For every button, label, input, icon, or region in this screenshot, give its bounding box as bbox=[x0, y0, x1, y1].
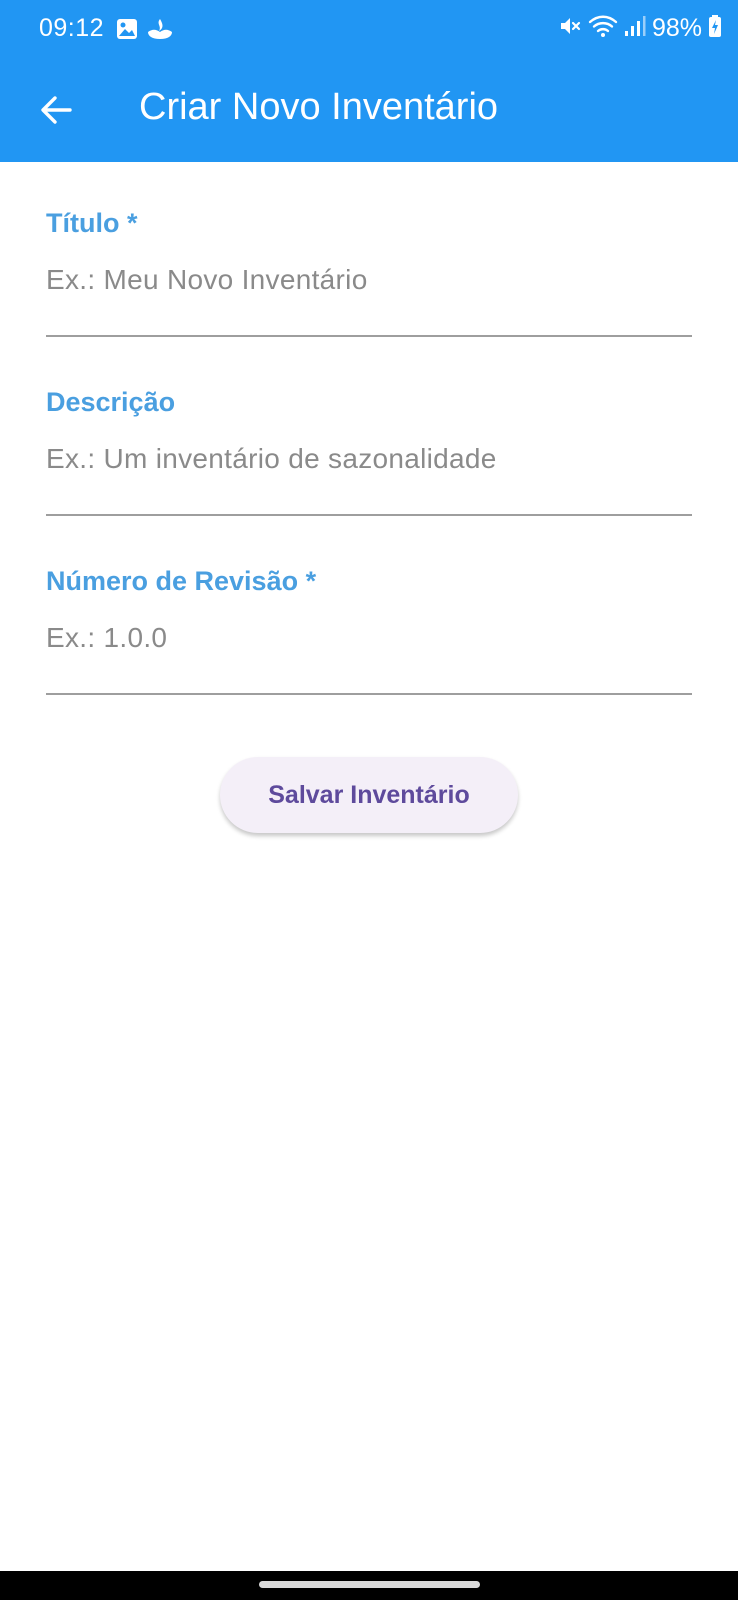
status-time: 09:12 bbox=[39, 14, 105, 42]
system-navigation-bar bbox=[0, 1571, 738, 1600]
save-inventory-button[interactable]: Salvar Inventário bbox=[220, 757, 518, 833]
status-bar: 09:12 98% bbox=[0, 0, 738, 62]
description-field: Descrição bbox=[46, 341, 692, 520]
description-field-label: Descrição bbox=[46, 387, 176, 417]
status-system-icons: 98% bbox=[558, 14, 722, 43]
title-field: Título * bbox=[46, 162, 692, 341]
battery-percentage: 98% bbox=[651, 14, 702, 42]
revision-number-field-underline bbox=[46, 693, 692, 695]
page-title: Criar Novo Inventário bbox=[139, 86, 499, 128]
home-gesture-handle[interactable] bbox=[259, 1581, 480, 1588]
mute-icon bbox=[558, 14, 582, 43]
app-bar: Criar Novo Inventário bbox=[0, 62, 738, 162]
wifi-icon bbox=[588, 14, 618, 43]
image-notification-icon bbox=[116, 18, 138, 45]
back-button[interactable] bbox=[28, 84, 84, 140]
arrow-back-icon bbox=[39, 93, 73, 132]
signal-icon bbox=[624, 14, 646, 43]
battery-charging-icon bbox=[708, 14, 722, 43]
revision-number-field: Número de Revisão * bbox=[46, 520, 692, 699]
revision-number-field-label: Número de Revisão * bbox=[46, 566, 317, 596]
title-input[interactable] bbox=[46, 262, 692, 298]
status-notification-icons bbox=[116, 18, 174, 45]
revision-number-input[interactable] bbox=[46, 620, 692, 656]
description-field-underline bbox=[46, 514, 692, 516]
description-input[interactable] bbox=[46, 441, 692, 477]
title-field-label: Título * bbox=[46, 208, 138, 238]
inventory-form: Título * Descrição Número de Revisão * bbox=[46, 162, 692, 699]
title-field-underline bbox=[46, 335, 692, 337]
santander-notification-icon bbox=[146, 18, 174, 45]
